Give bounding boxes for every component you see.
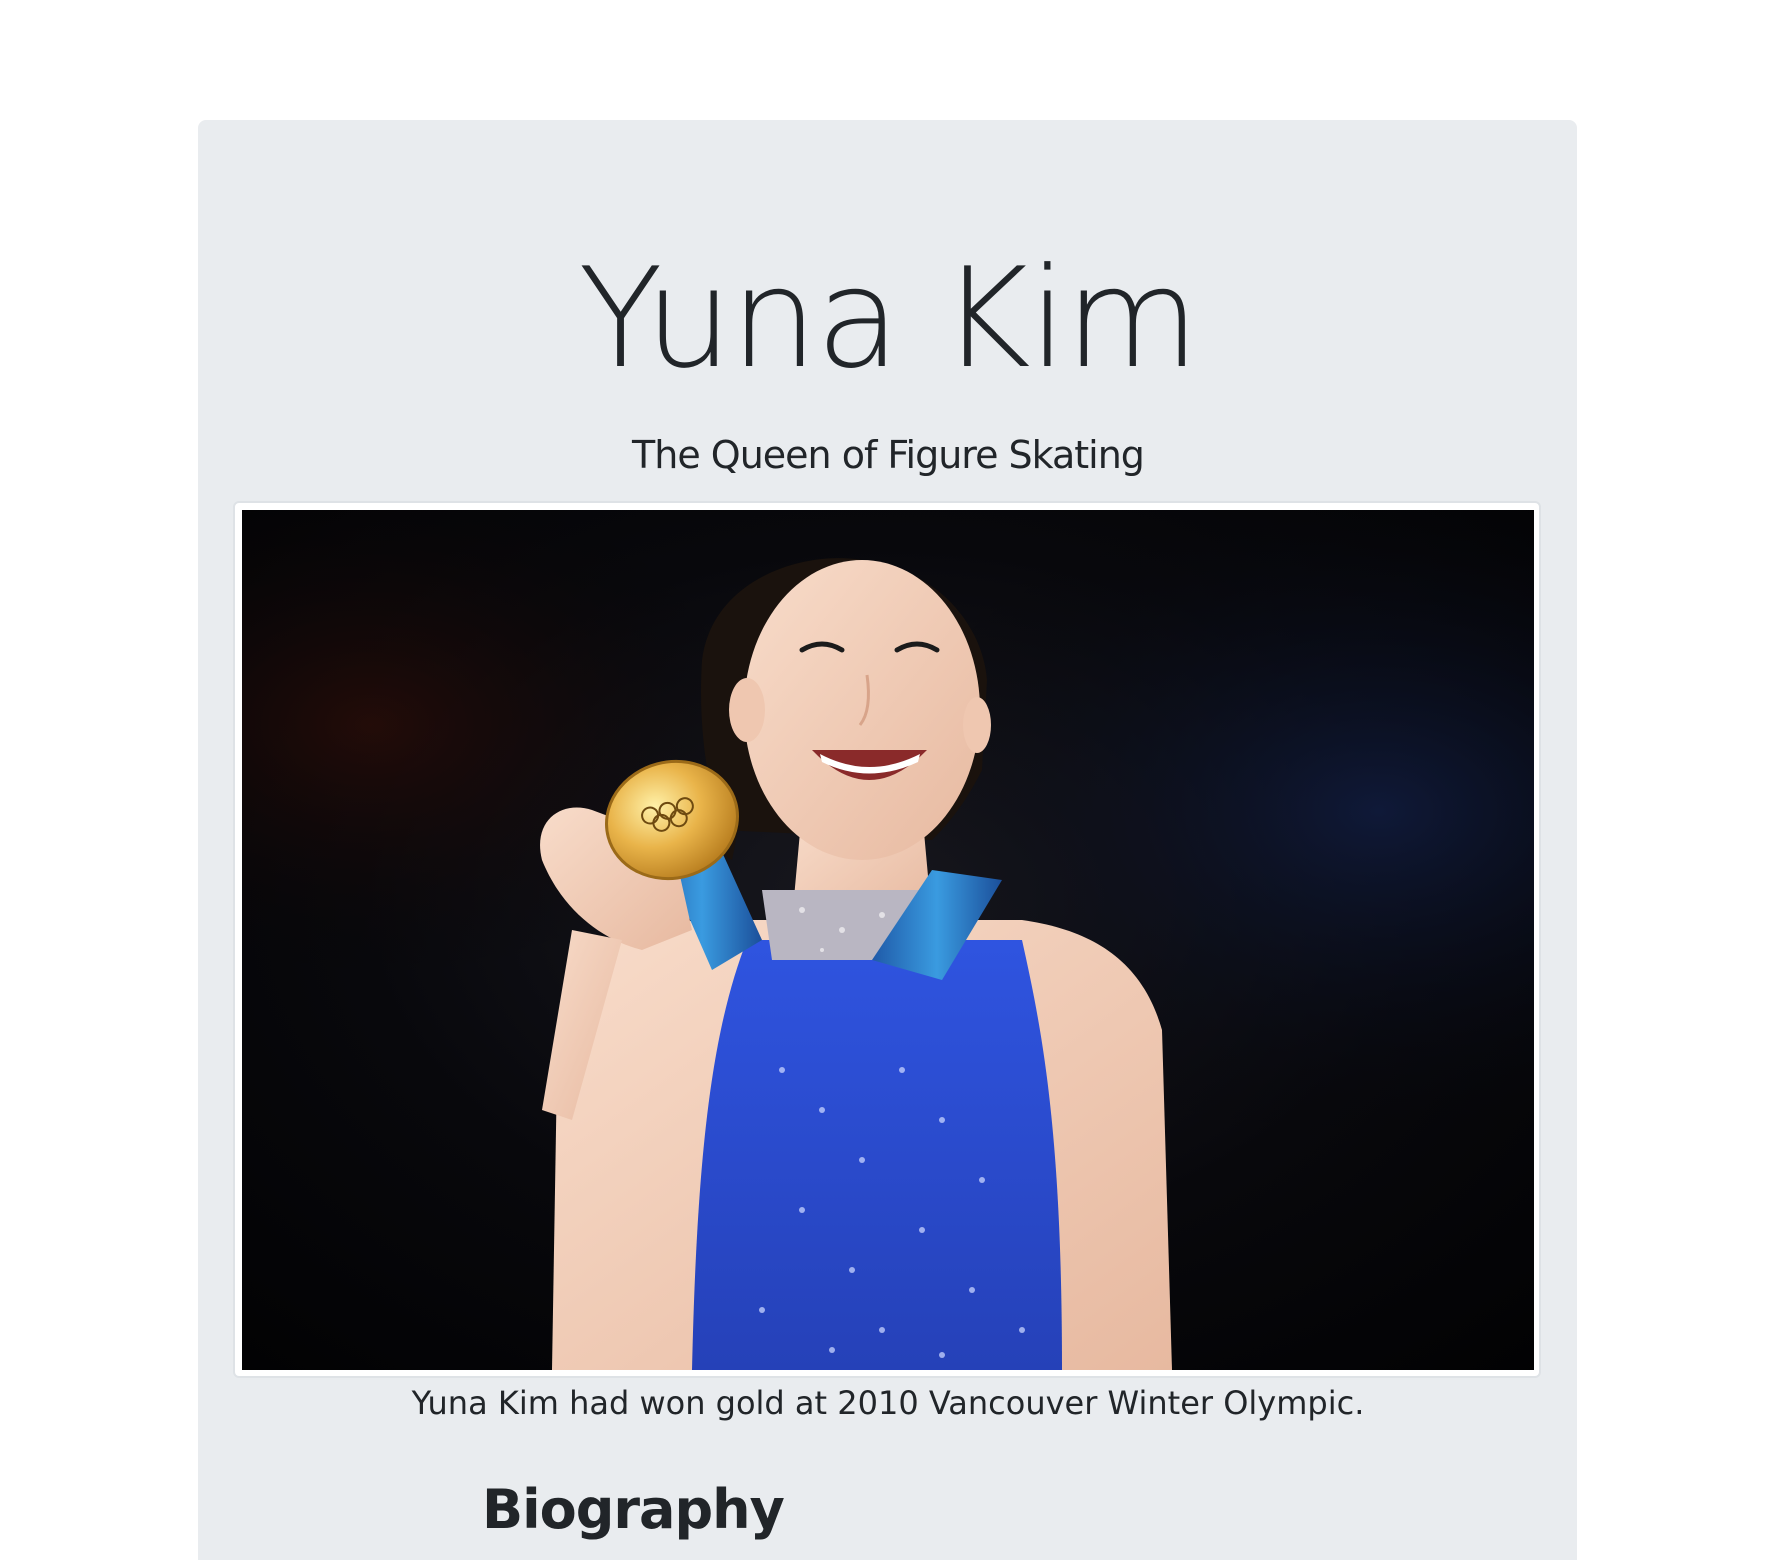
photo-caption: Yuna Kim had won gold at 2010 Vancouver … xyxy=(411,1384,1365,1422)
biography-heading: Biography xyxy=(482,1478,785,1541)
featured-photo xyxy=(242,510,1534,1370)
page-subtitle: The Queen of Figure Skating xyxy=(632,433,1145,477)
page-title: Yuna Kim xyxy=(578,238,1199,399)
photo-illustration xyxy=(242,510,1534,1370)
